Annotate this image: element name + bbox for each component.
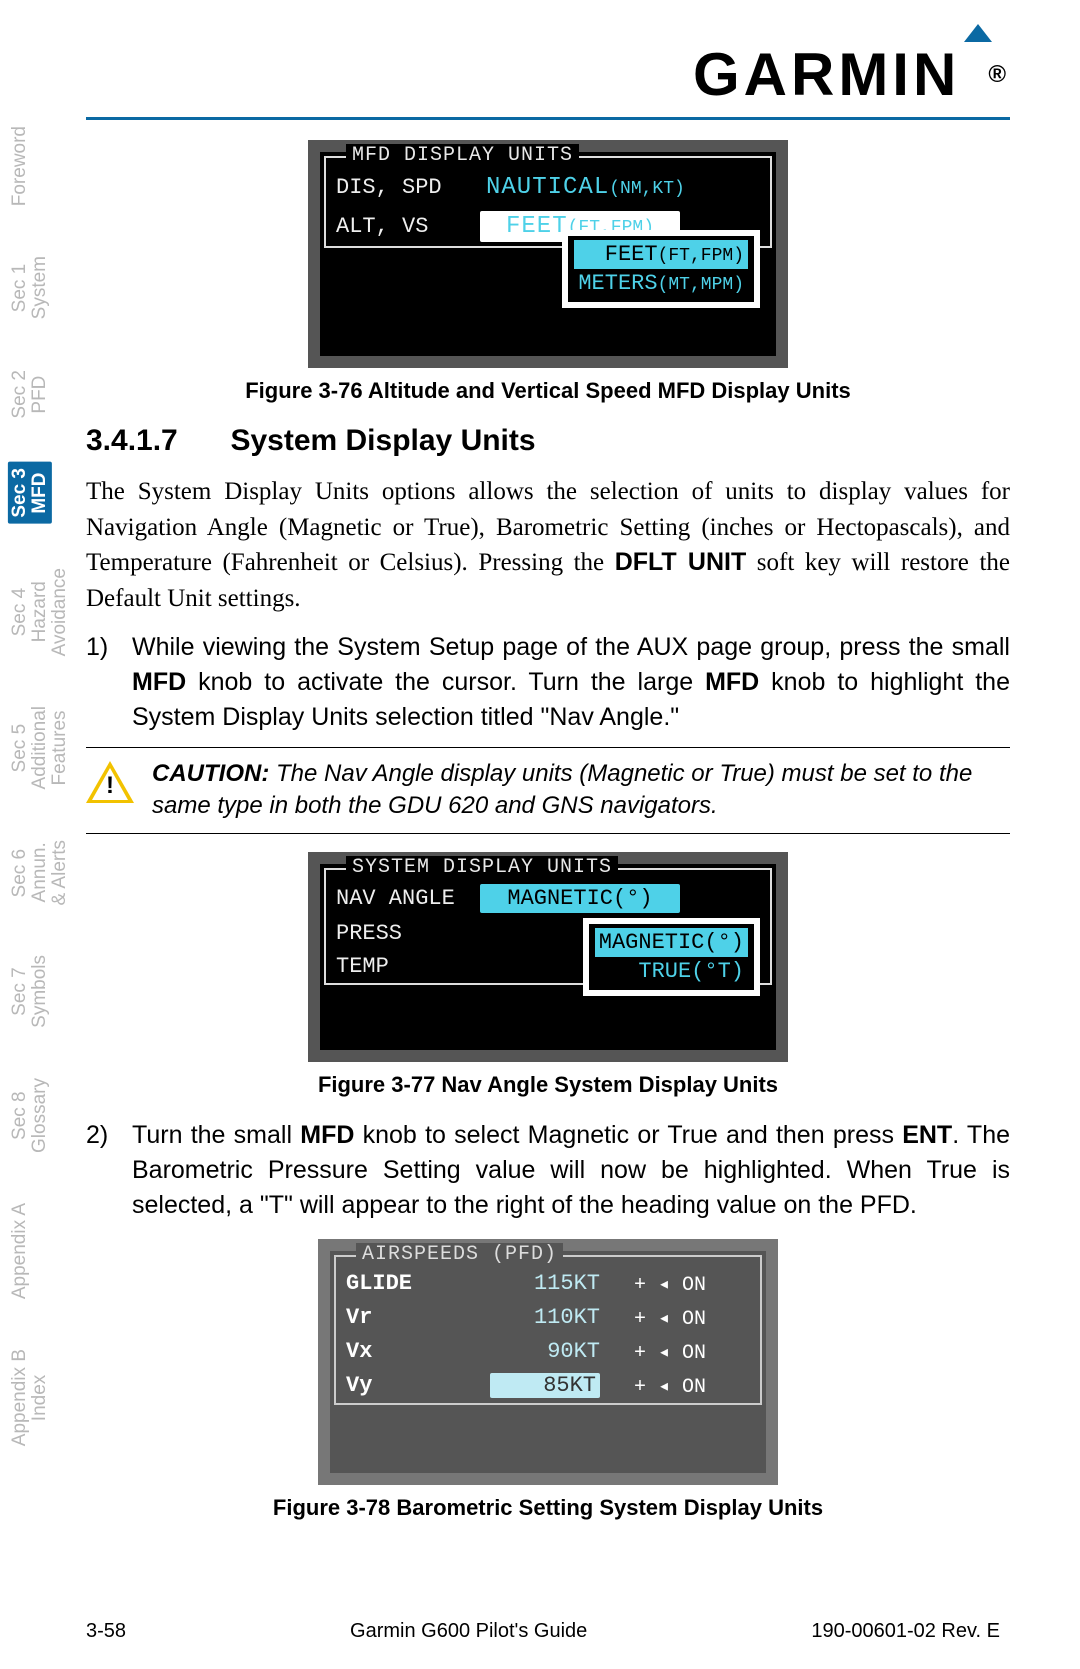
row-glide-on: + ◂ ON [634,1271,706,1297]
row-vy-value[interactable]: 85KT [490,1373,600,1398]
tab-sec5[interactable]: Sec 5AdditionalFeatures [8,700,72,795]
page-content: GARMIN ® MFD DISPLAY UNITS DIS, SPD NAUTI… [86,40,1010,1669]
row-glide-label: GLIDE [346,1271,476,1296]
side-tab-strip: Foreword Sec 1System Sec 2PFD Sec 3MFD S… [8,120,76,1490]
step-1: 1) While viewing the System Setup page o… [86,630,1010,735]
page-header: GARMIN ® [86,40,1010,117]
figure-3-76: MFD DISPLAY UNITS DIS, SPD NAUTICAL(NM,K… [86,140,1010,368]
row-label-temp: TEMP [336,954,466,979]
caution-icon: ! [86,758,134,806]
section-heading: 3.4.1.7 System Display Units [86,424,1010,458]
panel-title: MFD DISPLAY UNITS [346,144,579,167]
doc-revision: 190-00601-02 Rev. E [811,1620,1000,1643]
caution-text: CAUTION: The Nav Angle display units (Ma… [152,758,1010,823]
caution-note: ! CAUTION: The Nav Angle display units (… [86,747,1010,834]
row-label-alt-vs: ALT, VS [336,214,466,239]
brand-text: GARMIN [693,40,960,109]
units-popup: FEET(FT,FPM) METERS(MT,MPM) [562,230,760,308]
row-label-nav-angle: NAV ANGLE [336,886,466,911]
row-label-press: PRESS [336,921,466,946]
row-value-nav-angle[interactable]: MAGNETIC(°) [480,884,680,913]
row-glide-value: 115KT [490,1271,600,1296]
row-vx-value: 90KT [490,1339,600,1364]
step-2-number: 2) [86,1118,116,1223]
airspeeds-pfd-screen: AIRSPEEDS (PFD) GLIDE 115KT + ◂ ON Vr 110KT… [318,1239,778,1485]
panel-title: AIRSPEEDS (PFD) [356,1243,563,1266]
tab-sec1[interactable]: Sec 1System [8,250,52,325]
row-vx-label: Vx [346,1339,476,1364]
figure-3-78-caption: Figure 3-78 Barometric Setting System Di… [86,1495,1010,1521]
popup-option-true[interactable]: TRUE(°T) [595,957,748,986]
figure-3-77-caption: Figure 3-77 Nav Angle System Display Uni… [86,1072,1010,1098]
page-number: 3-58 [86,1620,126,1643]
row-vr-label: Vr [346,1305,476,1330]
heading-title: System Display Units [230,424,535,457]
system-display-units-screen: SYSTEM DISPLAY UNITS NAV ANGLE MAGNETIC(… [308,852,788,1062]
garmin-logo: GARMIN ® [693,40,1010,109]
panel-title: SYSTEM DISPLAY UNITS [346,856,618,879]
tab-sec2[interactable]: Sec 2PFD [8,364,52,425]
row-vr-on: + ◂ ON [634,1305,706,1331]
popup-option-feet[interactable]: FEET(FT,FPM) [574,240,748,269]
row-label-dis-spd: DIS, SPD [336,175,466,200]
tab-sec7[interactable]: Sec 7Symbols [8,949,52,1034]
tab-foreword[interactable]: Foreword [8,120,32,212]
row-vy-label: Vy [346,1373,476,1398]
tab-appendix-a[interactable]: Appendix A [8,1197,32,1305]
row-value-dis-spd: NAUTICAL(NM,KT) [480,172,691,203]
heading-number: 3.4.1.7 [86,424,226,458]
row-vy-on: + ◂ ON [634,1373,706,1399]
figure-3-77: SYSTEM DISPLAY UNITS NAV ANGLE MAGNETIC(… [86,852,1010,1062]
popup-option-magnetic[interactable]: MAGNETIC(°) [595,928,748,957]
row-vx-on: + ◂ ON [634,1339,706,1365]
popup-option-meters[interactable]: METERS(MT,MPM) [574,269,748,298]
registered-mark: ® [988,61,1010,89]
figure-3-78: AIRSPEEDS (PFD) GLIDE 115KT + ◂ ON Vr 110KT… [86,1239,1010,1485]
tab-sec8[interactable]: Sec 8Glossary [8,1072,52,1159]
tab-sec3[interactable]: Sec 3MFD [8,462,52,524]
header-rule [86,117,1010,120]
intro-paragraph: The System Display Units options allows … [86,474,1010,616]
figure-3-76-caption: Figure 3-76 Altitude and Vertical Speed … [86,378,1010,404]
tab-sec4[interactable]: Sec 4HazardAvoidance [8,562,72,662]
mfd-display-units-screen: MFD DISPLAY UNITS DIS, SPD NAUTICAL(NM,K… [308,140,788,368]
page-footer: 3-58 Garmin G600 Pilot's Guide 190-00601… [86,1620,1010,1643]
doc-title: Garmin G600 Pilot's Guide [350,1620,587,1643]
step-1-number: 1) [86,630,116,735]
garmin-delta-icon [964,24,992,42]
tab-sec6[interactable]: Sec 6Annun.& Alerts [8,834,72,911]
nav-angle-popup: MAGNETIC(°) TRUE(°T) [583,918,760,996]
tab-appendix-b[interactable]: Appendix BIndex [8,1343,52,1452]
row-vr-value: 110KT [490,1305,600,1330]
step-2: 2) Turn the small MFD knob to select Mag… [86,1118,1010,1223]
